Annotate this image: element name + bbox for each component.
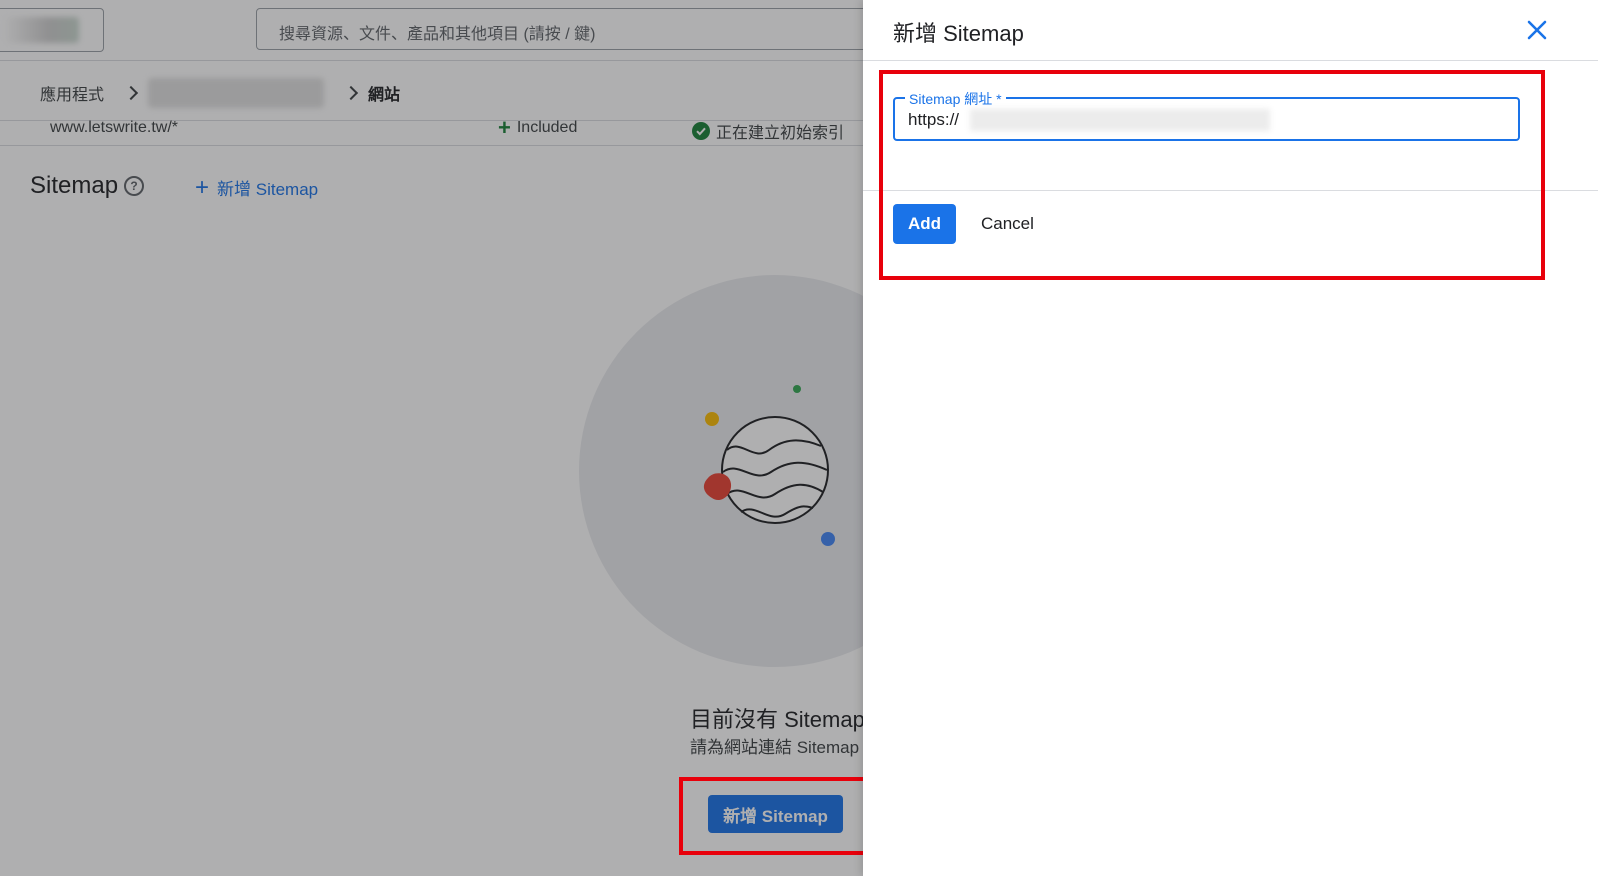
highlight-box-dialog-form bbox=[879, 70, 1545, 280]
highlight-box-add-button bbox=[679, 777, 879, 855]
dialog-header-divider bbox=[863, 60, 1598, 61]
close-button[interactable] bbox=[1523, 16, 1551, 44]
modal-scrim[interactable] bbox=[0, 0, 863, 876]
dialog-title: 新增 Sitemap bbox=[893, 21, 1024, 46]
close-icon bbox=[1527, 20, 1547, 40]
